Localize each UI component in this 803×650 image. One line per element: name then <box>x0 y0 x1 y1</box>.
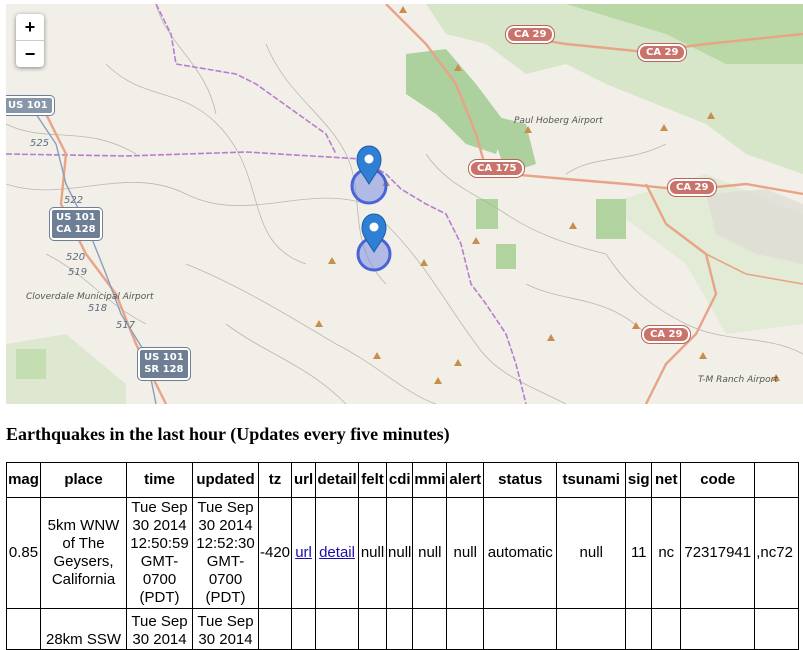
cell-net <box>651 608 682 650</box>
highway-shield-line: SR 128 <box>144 364 184 375</box>
cell-sig: 11 <box>625 497 653 609</box>
cell-tz: -420 <box>257 497 293 609</box>
highway-shield-line: US 101 <box>144 352 184 363</box>
zoom-in-button[interactable]: + <box>16 14 44 41</box>
cell-code <box>680 608 756 650</box>
cell-time: Tue Sep 30 2014 <box>126 608 193 650</box>
airport-label: Cloverdale Municipal Airport <box>26 292 154 302</box>
column-header: code <box>680 462 756 498</box>
cell-url <box>291 608 317 650</box>
route-number: 522 <box>64 195 84 206</box>
route-number: 519 <box>68 267 88 278</box>
zoom-control: + − <box>16 14 44 67</box>
cell-felt: null <box>358 497 388 609</box>
column-header: status <box>483 462 558 498</box>
cell-alert: null <box>446 497 485 609</box>
column-header: mmi <box>412 462 448 498</box>
column-header: sig <box>625 462 653 498</box>
page-heading: Earthquakes in the last hour (Updates ev… <box>6 424 450 444</box>
column-header: mag <box>6 462 41 498</box>
column-header: url <box>291 462 317 498</box>
highway-shield: US 101 <box>6 95 55 116</box>
highway-shield-line: US 101 <box>56 212 96 223</box>
cell-mag <box>6 608 41 650</box>
column-header-overflow <box>754 462 800 498</box>
cell-status: automatic <box>483 497 558 609</box>
cell-felt <box>358 608 388 650</box>
column-header: cdi <box>386 462 414 498</box>
airport-label: Paul Hoberg Airport <box>514 116 603 126</box>
route-number: 517 <box>116 320 136 331</box>
earthquake-marker-2[interactable] <box>354 212 394 274</box>
column-header: felt <box>358 462 388 498</box>
cell-tsunami: null <box>556 497 627 609</box>
cell-updated: Tue Sep 30 2014 12:52:30 GMT-0700 (PDT) <box>192 497 259 609</box>
cell-mmi <box>412 608 448 650</box>
column-header: detail <box>315 462 360 498</box>
earthquake-marker-1[interactable] <box>349 144 389 206</box>
highway-shield-line: CA 128 <box>56 224 96 235</box>
column-header: place <box>40 462 127 498</box>
table-row: 28km SSW Tue Sep 30 2014 Tue Sep 30 2014 <box>6 608 800 650</box>
highway-shield-stack: US 101 CA 128 <box>49 207 103 241</box>
cell-net: nc <box>651 497 682 609</box>
cell-tz <box>257 608 293 650</box>
cell-alert <box>446 608 485 650</box>
highway-shield: CA 175 <box>467 159 526 178</box>
highway-shield: CA 29 <box>504 25 556 44</box>
table-header-row: mag place time updated tz url detail fel… <box>6 462 800 498</box>
route-number: 520 <box>66 252 86 263</box>
cell-detail: detail <box>315 497 360 609</box>
cell-mag: 0.85 <box>6 497 41 609</box>
highway-shield: CA 29 <box>666 178 718 197</box>
map-tiles <box>6 4 803 404</box>
cell-mmi: null <box>412 497 448 609</box>
cell-sig <box>625 608 653 650</box>
route-number: 525 <box>30 138 50 149</box>
cell-ids: ,nc72 <box>754 497 800 609</box>
column-header: time <box>126 462 193 498</box>
route-number: 518 <box>88 303 108 314</box>
cell-place: 28km SSW <box>40 608 127 650</box>
column-header: alert <box>446 462 485 498</box>
column-header: updated <box>192 462 259 498</box>
cell-cdi: null <box>386 497 414 609</box>
zoom-out-button[interactable]: − <box>16 41 44 67</box>
highway-shield-stack: US 101 SR 128 <box>137 347 191 381</box>
highway-shield: CA 29 <box>640 325 692 344</box>
column-header: tsunami <box>556 462 627 498</box>
airport-label: T-M Ranch Airport <box>698 375 778 385</box>
url-link[interactable]: url <box>295 544 312 561</box>
cell-place: 5km WNW of The Geysers, California <box>40 497 127 609</box>
column-header: net <box>651 462 682 498</box>
cell-tsunami <box>556 608 627 650</box>
column-header: tz <box>257 462 293 498</box>
highway-shield: CA 29 <box>636 43 688 62</box>
table-row: 0.85 5km WNW of The Geysers, California … <box>6 497 800 609</box>
earthquake-table: mag place time updated tz url detail fel… <box>6 462 800 650</box>
earthquake-map[interactable]: + − CA 29 CA 29 CA 175 CA 29 CA 29 US 10… <box>6 4 803 404</box>
cell-ids <box>754 608 800 650</box>
cell-updated: Tue Sep 30 2014 <box>192 608 259 650</box>
cell-detail <box>315 608 360 650</box>
cell-cdi <box>386 608 414 650</box>
cell-code: 72317941 <box>680 497 756 609</box>
cell-time: Tue Sep 30 2014 12:50:59 GMT-0700 (PDT) <box>126 497 193 609</box>
cell-status <box>483 608 558 650</box>
cell-url: url <box>291 497 317 609</box>
detail-link[interactable]: detail <box>319 544 355 561</box>
